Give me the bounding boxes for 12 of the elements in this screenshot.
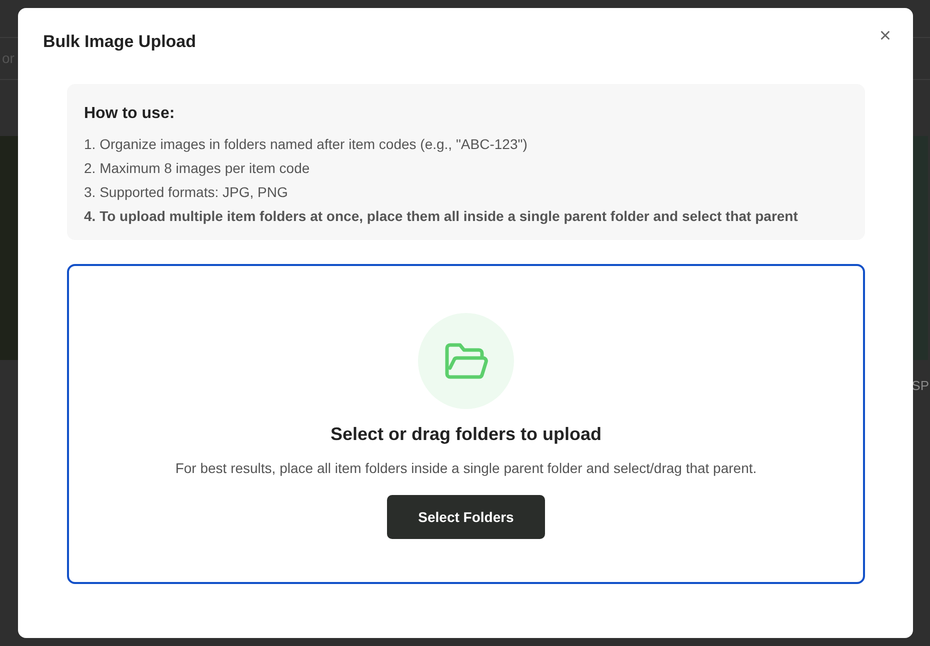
dialog-title: Bulk Image Upload	[43, 32, 198, 52]
instruction-item: 1. Organize images in folders named after item codes (e.g., "ABC-123")	[84, 135, 528, 154]
instruction-item: 2. Maximum 8 images per item code	[84, 159, 311, 178]
instruction-item: 3. Supported formats: JPG, PNG	[84, 183, 289, 202]
drop-zone[interactable]: Select or drag folders to upload For best results, place all item folders inside a single parent folder and select/drag that parent. Select Folders	[67, 264, 865, 584]
instructions-heading: How to use:	[84, 104, 176, 124]
instruction-item: 4. To upload multiple item folders at once, place them all inside a single parent folder and select that parent	[84, 207, 799, 226]
page-text: SP	[912, 377, 930, 395]
select-folders-button[interactable]: Select Folders	[387, 495, 545, 540]
drop-zone-hint: For best results, place all item folders inside a single parent folder and select/drag that parent.	[175, 459, 757, 478]
close-button[interactable]: ×	[875, 24, 895, 48]
drop-zone-title: Select or drag folders to upload	[330, 423, 602, 446]
